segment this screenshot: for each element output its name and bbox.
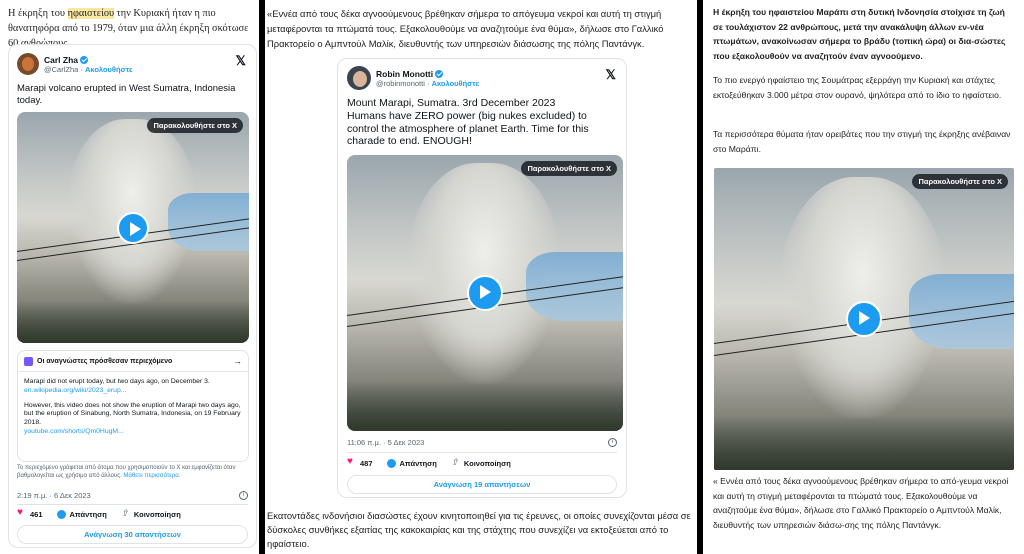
- community-note-header[interactable]: Οι αναγνώστες πρόσθεσαν περιεχόμενο →: [18, 351, 248, 372]
- author-handle[interactable]: @robinmonotti: [376, 79, 425, 88]
- sky: [526, 251, 623, 321]
- reply-action[interactable]: Απάντηση: [386, 459, 437, 468]
- article-panel-middle: «Εννέα από τους δέκα αγνοούμενους βρέθηκ…: [265, 0, 697, 554]
- divider: [17, 504, 248, 505]
- article-panel-right: Η έκρηξη του ηφαιστείου Μαράπι στη δυτικ…: [703, 0, 1024, 554]
- article-quote: « Εννέα από τους δέκα αγνοούμενους βρέθη…: [713, 476, 1009, 530]
- article-paragraph: Τα περισσότερα θύματα ήταν ορειβάτες που…: [713, 129, 1011, 154]
- info-icon[interactable]: i: [239, 491, 248, 500]
- note-paragraph: However, this video does not show the er…: [24, 401, 241, 427]
- embedded-tweet: Robin Monotti @robinmonotti · Ακολουθήστ…: [337, 58, 627, 498]
- tweet-timestamp[interactable]: 11:06 π.μ. · 5 Δεκ 2023: [347, 438, 424, 447]
- watch-on-x-button[interactable]: Παρακολουθήστε στο X: [521, 161, 617, 176]
- reply-label: Απάντηση: [69, 510, 107, 519]
- like-count: 487: [360, 459, 373, 468]
- article-paragraph: Εκατοντάδες ινδονήσιοι διασώστες έχουν κ…: [267, 510, 691, 549]
- heart-icon: [347, 456, 356, 468]
- tree-line: [714, 415, 1014, 470]
- tree-line: [17, 301, 249, 343]
- reply-bubble-icon: [386, 459, 396, 468]
- read-replies-button[interactable]: Ανάγνωση 30 απαντήσεων: [17, 525, 248, 544]
- read-replies-button[interactable]: Ανάγνωση 19 απαντήσεων: [347, 475, 617, 494]
- arrow-right-icon[interactable]: →: [233, 356, 242, 366]
- x-logo-icon[interactable]: 𝕏: [236, 53, 246, 69]
- share-label: Κοινοποίηση: [463, 459, 511, 468]
- share-action[interactable]: Κοινοποίηση: [451, 457, 511, 468]
- note-paragraph: Marapi did not erupt today, but two days…: [24, 378, 210, 385]
- tweet-actions: 487 Απάντηση Κοινοποίηση: [347, 456, 525, 468]
- heart-icon: [17, 507, 26, 519]
- tweet-actions: 461 Απάντηση Κοινοποίηση: [17, 507, 195, 519]
- tweet-text: Mount Marapi, Sumatra. 3rd December 2023…: [347, 97, 589, 148]
- embedded-tweet: Carl Zha @CarlZha · Ακολουθήστε 𝕏 Marapi…: [8, 44, 257, 548]
- share-icon: [121, 508, 130, 519]
- follow-button[interactable]: Ακολουθήστε: [432, 79, 480, 88]
- community-note: Οι αναγνώστες πρόσθεσαν περιεχόμενο → Ma…: [17, 350, 249, 462]
- tweet-timestamp[interactable]: 2:19 π.μ. · 6 Δεκ 2023: [17, 491, 91, 500]
- article-paragraph: Το πιο ενεργό ηφαίστειο της Σουμάτρας εξ…: [713, 75, 1002, 100]
- watch-on-x-button[interactable]: Παρακολουθήστε στο X: [147, 118, 243, 133]
- article-paragraph: «Εννέα από τους δέκα αγνοούμενους βρέθηκ…: [267, 8, 664, 49]
- tweet-header: Robin Monotti @robinmonotti · Ακολουθήστ…: [347, 66, 479, 90]
- share-icon: [451, 457, 460, 468]
- info-icon[interactable]: i: [608, 438, 617, 447]
- x-logo-icon[interactable]: 𝕏: [606, 67, 616, 83]
- avatar[interactable]: [17, 53, 39, 75]
- follow-button[interactable]: Ακολουθήστε: [85, 65, 133, 74]
- divider: [347, 452, 617, 453]
- tweet-text: Marapi volcano erupted in West Sumatra, …: [17, 83, 236, 106]
- author-name[interactable]: Carl Zha: [44, 55, 78, 65]
- verified-badge-icon: [435, 69, 444, 78]
- community-note-title: Οι αναγνώστες πρόσθεσαν περιεχόμενο: [37, 357, 173, 365]
- play-icon[interactable]: [117, 211, 149, 244]
- play-icon[interactable]: [846, 301, 882, 337]
- sky: [909, 273, 1014, 350]
- like-count: 461: [30, 510, 43, 519]
- like-action[interactable]: 461: [17, 507, 43, 519]
- people-icon: [24, 356, 33, 366]
- intro-text: Η έκρηξη του: [8, 8, 68, 19]
- note-disclaimer: Το περιεχόμενο γράφεται από άτομα που χρ…: [17, 465, 249, 481]
- note-link[interactable]: youtube.com/shorts/Qm0HugM...: [24, 428, 242, 437]
- embedded-video[interactable]: Παρακολουθήστε στο X: [714, 168, 1014, 470]
- reply-action[interactable]: Απάντηση: [56, 510, 107, 519]
- tree-line: [347, 381, 623, 431]
- author-handle[interactable]: @CarlZha: [44, 65, 78, 74]
- share-label: Κοινοποίηση: [133, 510, 181, 519]
- author-name[interactable]: Robin Monotti: [376, 69, 433, 79]
- sky: [167, 192, 249, 251]
- tweet-video[interactable]: Παρακολουθήστε στο X: [347, 155, 623, 431]
- article-lead: Η έκρηξη του ηφαιστείου Μαράπι στη δυτικ…: [713, 7, 1006, 61]
- like-action[interactable]: 487: [347, 456, 373, 468]
- play-icon[interactable]: [467, 275, 503, 311]
- verified-badge-icon: [80, 55, 89, 64]
- share-action[interactable]: Κοινοποίηση: [121, 508, 181, 519]
- watch-on-x-button[interactable]: Παρακολουθήστε στο X: [912, 174, 1008, 189]
- reply-label: Απάντηση: [399, 459, 437, 468]
- note-link[interactable]: en.wikipedia.org/wiki/2023_erup...: [24, 387, 242, 396]
- reply-bubble-icon: [56, 510, 66, 519]
- article-panel-left: Η έκρηξη του ηφαιστείου την Κυριακή ήταν…: [0, 0, 259, 554]
- tweet-header: Carl Zha @CarlZha · Ακολουθήστε: [17, 53, 133, 75]
- avatar[interactable]: [347, 66, 371, 90]
- highlighted-word: ηφαιστείου: [67, 8, 115, 19]
- tweet-video[interactable]: Παρακολουθήστε στο X: [17, 112, 249, 343]
- learn-more-link[interactable]: Μάθετε περισσότερα.: [123, 473, 180, 479]
